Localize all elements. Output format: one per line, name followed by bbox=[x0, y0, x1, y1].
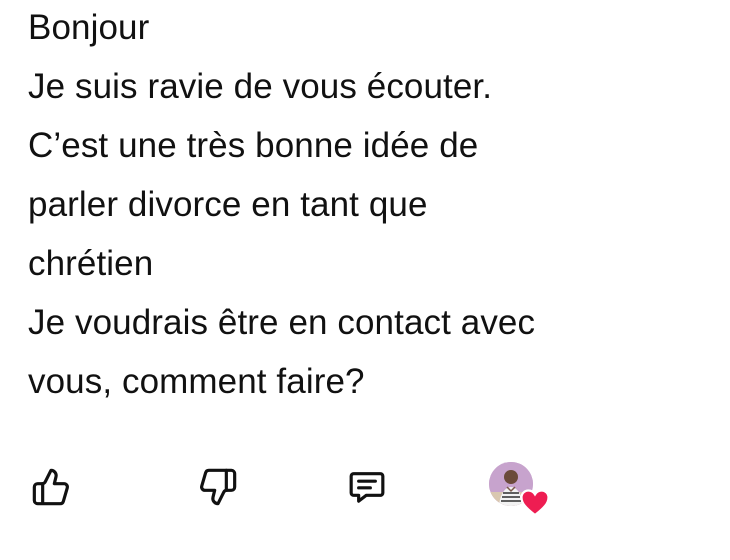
thumbs-up-icon bbox=[32, 468, 69, 506]
heart-icon bbox=[520, 489, 550, 517]
comment-line: Bonjour bbox=[28, 8, 150, 47]
comment-line: parler divorce en tant que bbox=[28, 185, 428, 224]
comment-line: chrétien bbox=[28, 244, 154, 283]
reply-button[interactable] bbox=[344, 464, 390, 510]
comment-line: C’est une très bonne idée de bbox=[28, 126, 479, 165]
comment-line: Je suis ravie de vous écouter. bbox=[28, 67, 493, 106]
like-button[interactable] bbox=[28, 464, 74, 510]
comment-line: vous, comment faire? bbox=[28, 362, 365, 401]
comment-line: Je voudrais être en contact avec bbox=[28, 303, 536, 342]
thumbs-down-icon bbox=[200, 468, 237, 506]
comment-actions bbox=[0, 458, 730, 518]
comment-icon bbox=[349, 472, 385, 503]
dislike-button[interactable] bbox=[195, 464, 241, 510]
creator-heart-badge bbox=[489, 462, 551, 520]
comment-text: Bonjour Je suis ravie de vous écouter. C… bbox=[28, 0, 718, 411]
